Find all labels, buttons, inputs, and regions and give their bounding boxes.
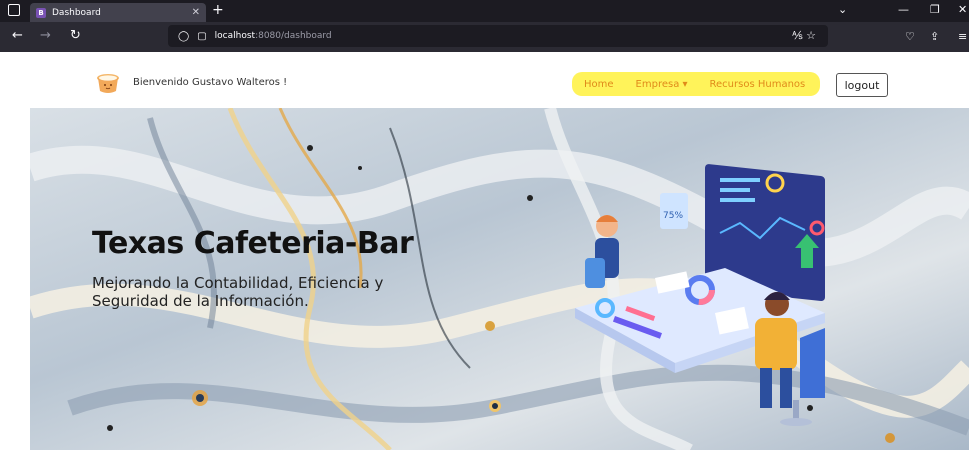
app-header: Bienvenido Gustavo Walteros ! Home Empre…	[0, 52, 969, 108]
close-tab-icon[interactable]: ✕	[192, 7, 200, 18]
browser-tab-bar: B Dashboard ✕ + ⌄ — ❐ ✕	[0, 0, 969, 22]
coffee-mug-logo-icon	[97, 74, 119, 93]
extensions-icon[interactable]: ⇪	[930, 30, 939, 43]
tab-list-icon[interactable]	[8, 4, 20, 16]
chart-percent-badge: 75%	[663, 211, 683, 221]
hero-subtitle: Mejorando la Contabilidad, Eficiencia y …	[92, 274, 384, 310]
back-icon[interactable]: ←	[12, 28, 23, 43]
minimize-icon[interactable]: —	[898, 3, 909, 16]
new-tab-icon[interactable]: +	[212, 2, 224, 18]
tab-title: Dashboard	[52, 7, 101, 18]
main-nav: Home Empresa ▾ Recursos Humanos	[572, 72, 820, 96]
nav-home-link[interactable]: Home	[584, 79, 614, 90]
browser-tab[interactable]: B Dashboard ✕	[30, 3, 206, 22]
url-path: :8080/dashboard	[255, 31, 332, 41]
nav-recursos-humanos-link[interactable]: Recursos Humanos	[710, 79, 806, 90]
pocket-icon[interactable]: ♡	[905, 30, 915, 43]
translate-and-star-icons[interactable]: ⅍ ☆	[792, 29, 816, 42]
url-bar[interactable]: ◯ ▢ localhost:8080/dashboard ⅍ ☆	[168, 25, 828, 47]
business-meeting-illustration: 75%	[575, 164, 825, 426]
shield-icon[interactable]: ◯	[178, 31, 189, 42]
hero-title: Texas Cafeteria-Bar	[92, 226, 414, 261]
page-icon: ▢	[197, 30, 207, 42]
tab-overflow-icon[interactable]: ⌄	[838, 3, 847, 16]
url-host: localhost	[214, 31, 256, 41]
browser-toolbar: ← → ↻ ◯ ▢ localhost:8080/dashboard ⅍ ☆ ♡…	[0, 22, 969, 52]
nav-empresa-dropdown[interactable]: Empresa ▾	[636, 79, 688, 90]
restore-icon[interactable]: ❐	[930, 3, 940, 16]
menu-icon[interactable]: ≡	[958, 30, 967, 43]
welcome-message: Bienvenido Gustavo Walteros !	[133, 77, 288, 88]
hero-banner: Texas Cafeteria-Bar Mejorando la Contabi…	[30, 108, 969, 450]
reload-icon[interactable]: ↻	[70, 28, 81, 43]
close-window-icon[interactable]: ✕	[958, 3, 967, 16]
favicon-icon: B	[36, 7, 46, 18]
logout-button[interactable]: logout	[836, 73, 888, 97]
forward-icon[interactable]: →	[40, 28, 51, 43]
